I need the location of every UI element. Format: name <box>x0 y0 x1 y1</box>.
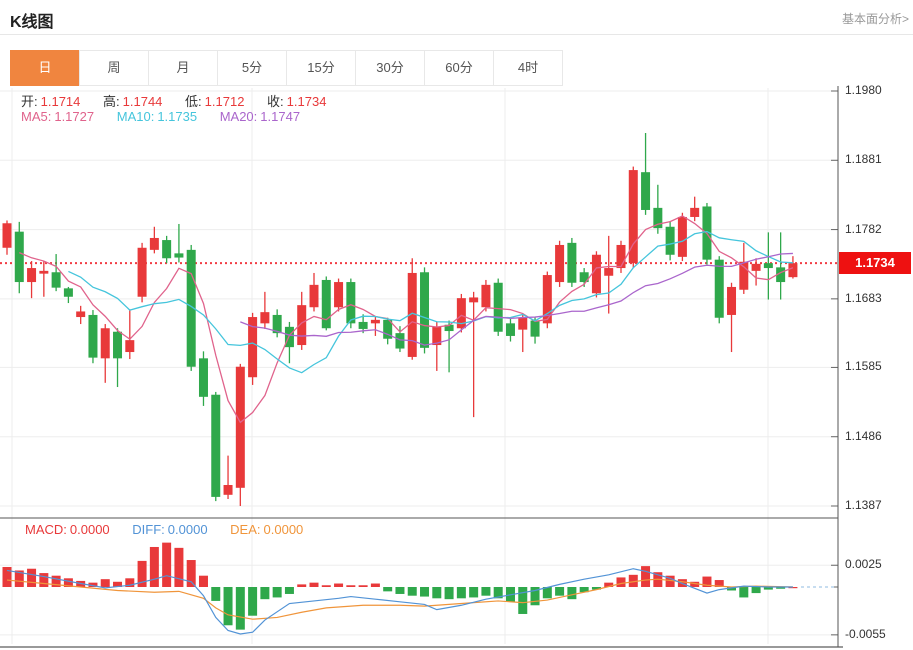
tab-5min[interactable]: 5分 <box>217 50 287 86</box>
ma-readout: MA5:1.1727 MA10:1.1735 MA20:1.1747 <box>18 109 316 124</box>
tab-60min[interactable]: 60分 <box>424 50 494 86</box>
ohlc-close: 收:1.1734 <box>264 94 326 109</box>
fundamental-analysis-link[interactable]: 基本面分析> <box>842 10 909 27</box>
period-tab-bar: 日 周 月 5分 15分 30分 60分 4时 <box>10 50 563 86</box>
macd-readout: MACD:0.0000 DIFF:0.0000 DEA:0.0000 <box>22 522 319 537</box>
dea-value: DEA:0.0000 <box>227 522 303 537</box>
ohlc-high: 高:1.1744 <box>100 94 162 109</box>
macd-value: MACD:0.0000 <box>22 522 110 537</box>
tab-4hour[interactable]: 4时 <box>493 50 563 86</box>
kline-page: K线图 基本面分析> 日 周 月 5分 15分 30分 60分 4时 开:1.1… <box>0 0 913 650</box>
tab-15min[interactable]: 15分 <box>286 50 356 86</box>
diff-value: DIFF:0.0000 <box>129 522 207 537</box>
tab-month[interactable]: 月 <box>148 50 218 86</box>
ohlc-open: 开:1.1714 <box>18 94 80 109</box>
ohlc-readout: 开:1.1714 高:1.1744 低:1.1712 收:1.1734 <box>18 91 342 110</box>
page-title: K线图 <box>10 8 54 32</box>
tab-30min[interactable]: 30分 <box>355 50 425 86</box>
ma20-readout: MA20:1.1747 <box>217 109 300 124</box>
tab-week[interactable]: 周 <box>79 50 149 86</box>
last-price-tag: 1.1734 <box>839 252 911 274</box>
tab-day[interactable]: 日 <box>10 50 80 86</box>
ma10-readout: MA10:1.1735 <box>114 109 197 124</box>
ma5-readout: MA5:1.1727 <box>18 109 94 124</box>
ohlc-low: 低:1.1712 <box>182 94 244 109</box>
